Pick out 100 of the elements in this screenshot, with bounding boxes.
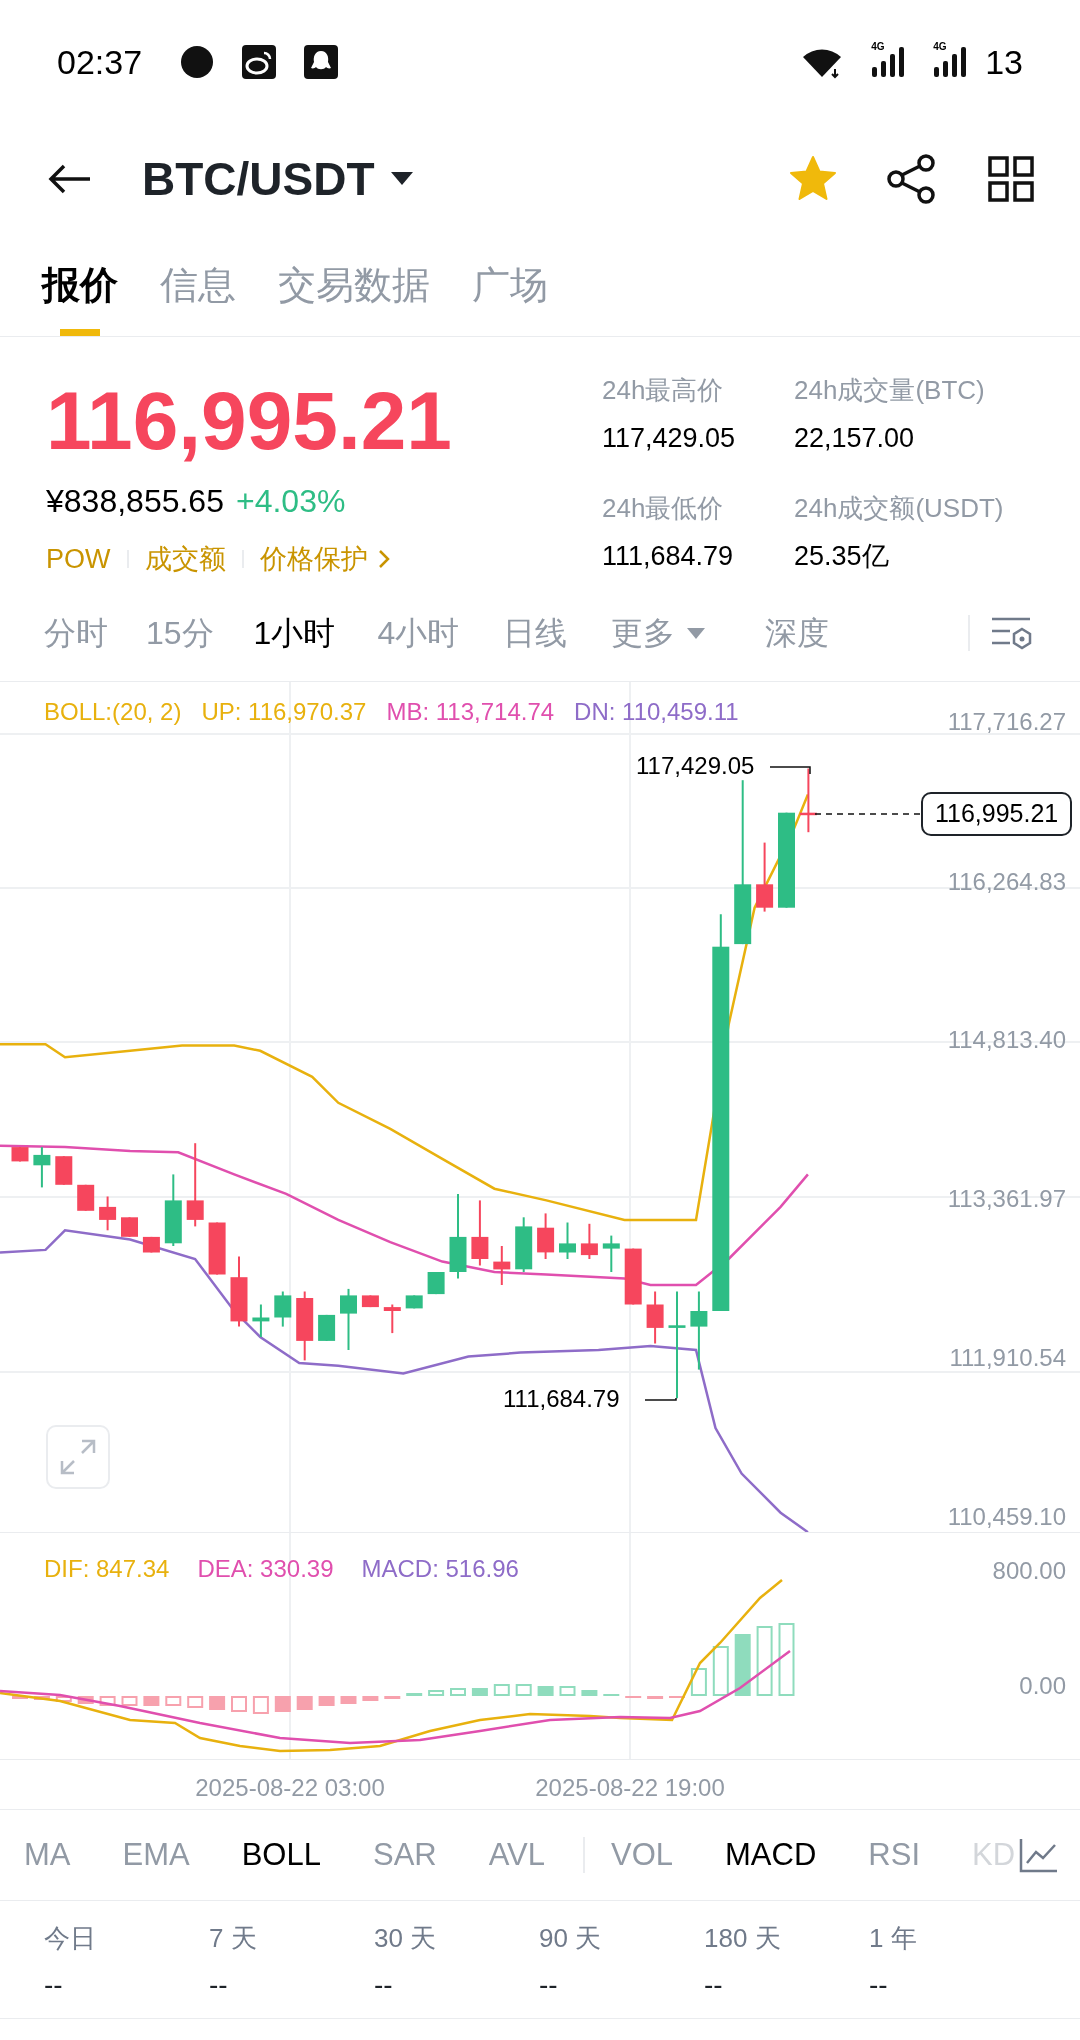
axis-label: 111,910.54	[949, 1344, 1066, 1372]
axis-label: 800.00	[992, 1557, 1066, 1585]
indicator-tab[interactable]: BOLL	[241, 1831, 321, 1879]
histogram-bar	[318, 1696, 335, 1706]
share-icon[interactable]	[886, 153, 938, 205]
back-arrow-icon	[48, 164, 92, 194]
histogram-bar	[384, 1696, 401, 1699]
interval-tab[interactable]: 更多	[611, 609, 706, 657]
network-type: 4G	[871, 41, 885, 53]
indicator-tab[interactable]: AVL	[488, 1831, 545, 1879]
period-label: 180 天	[704, 1922, 782, 1955]
stat-label: 24h成交额(USDT)	[794, 492, 1005, 525]
axis-label: 110,459.10	[947, 1503, 1066, 1531]
tag-link[interactable]: POW	[46, 539, 111, 580]
grid-menu-icon[interactable]	[988, 156, 1034, 202]
tab[interactable]: 广场	[472, 234, 548, 336]
stat-label: 24h成交量(BTC)	[794, 374, 986, 407]
histogram-bar	[231, 1696, 247, 1712]
period-label: 1 年	[869, 1922, 918, 1955]
histogram-bar	[428, 1690, 445, 1696]
histogram-bar	[471, 1688, 488, 1696]
histogram-bar	[99, 1696, 116, 1706]
candlestick	[99, 1195, 117, 1232]
indicator-tab[interactable]: MACD	[725, 1831, 817, 1879]
caret-icon	[390, 172, 413, 186]
candlestick	[602, 1234, 620, 1273]
last-price: 116,995.21	[46, 374, 453, 468]
period-label: 90 天	[539, 1922, 603, 1955]
caret-icon	[687, 627, 706, 639]
weibo-icon	[242, 45, 277, 79]
expand-icon	[60, 1439, 96, 1475]
interval-tab[interactable]: 1小时	[253, 609, 336, 657]
histogram-bar	[537, 1686, 554, 1696]
interval-tab[interactable]: 分时	[44, 609, 108, 657]
interval-tab[interactable]: 4小时	[377, 609, 460, 657]
axis-label: 116,264.83	[947, 868, 1066, 896]
interval-tab[interactable]: 日线	[503, 609, 568, 657]
histogram-bar	[647, 1696, 664, 1699]
indicator-tab[interactable]: SAR	[372, 1831, 437, 1879]
tag-link[interactable]: 成交额	[144, 539, 226, 580]
candlestick	[361, 1294, 379, 1309]
candlestick	[471, 1199, 489, 1267]
candlestick	[756, 841, 774, 913]
return-value: --	[44, 1968, 64, 2002]
price-change: +4.03%	[235, 482, 346, 521]
histogram-bar	[493, 1684, 510, 1696]
legend-text: DEA: 330.39	[197, 1554, 334, 1584]
candlestick	[340, 1287, 357, 1351]
indicator-tab[interactable]: VOL	[611, 1831, 674, 1879]
histogram-bar	[690, 1668, 707, 1696]
tag-link[interactable]: 价格保护	[259, 539, 368, 580]
candlestick	[427, 1271, 445, 1296]
period-label: 30 天	[374, 1922, 438, 1955]
histogram-bar	[12, 1696, 28, 1699]
legend-text: MB: 113,714.74	[386, 697, 555, 727]
pair-selector[interactable]: BTC/USDT	[142, 144, 413, 214]
candlestick	[646, 1290, 664, 1345]
tab[interactable]: 交易数据	[278, 234, 430, 336]
time-label: 2025-08-22 03:00	[195, 1773, 385, 1803]
candlestick	[11, 1146, 29, 1163]
tab[interactable]: 报价	[42, 234, 118, 336]
period-label: 今日	[44, 1922, 97, 1955]
candlestick	[296, 1290, 314, 1362]
stat-value: 25.35亿	[794, 540, 890, 573]
chart-settings-icon[interactable]	[990, 615, 1034, 651]
histogram-bar	[362, 1696, 379, 1701]
candlestick	[559, 1221, 576, 1260]
candlestick	[799, 767, 817, 834]
candlestick	[33, 1146, 51, 1189]
legend-text: DIF: 847.34	[44, 1554, 170, 1584]
stat-label: 24h最低价	[602, 492, 725, 525]
indicator-tab[interactable]: RSI	[868, 1831, 920, 1879]
axis-label: 117,716.27	[947, 708, 1066, 736]
indicator-tab[interactable]: EMA	[122, 1831, 190, 1879]
candlestick	[121, 1216, 138, 1238]
high-price-label: 117,429.05	[636, 751, 755, 781]
network-type: 4G	[933, 41, 947, 53]
candlestick	[493, 1245, 511, 1286]
histogram-bar	[734, 1634, 751, 1696]
stat-value: 22,157.00	[794, 422, 916, 455]
histogram-bar	[296, 1696, 313, 1710]
candlestick	[77, 1183, 95, 1212]
histogram-bar	[252, 1696, 269, 1714]
histogram-bar	[406, 1693, 423, 1696]
low-price-label: 111,684.79	[503, 1384, 620, 1414]
period-label: 7 天	[209, 1922, 258, 1955]
last-price-tag: 116,995.21	[921, 792, 1073, 836]
candlestick	[515, 1216, 533, 1273]
legend-text: DN: 110,459.11	[574, 697, 739, 727]
legend-text: MACD: 516.96	[361, 1554, 519, 1584]
stat-value: 117,429.05	[602, 422, 737, 455]
candlestick	[405, 1294, 423, 1310]
stat-label: 24h最高价	[602, 374, 725, 407]
legend-text: BOLL:(20, 2)	[44, 697, 182, 727]
candlestick	[580, 1222, 598, 1260]
indicator-tab[interactable]: MA	[24, 1831, 71, 1879]
histogram-bar	[274, 1696, 291, 1712]
tab[interactable]: 信息	[160, 234, 236, 336]
interval-tab[interactable]: 15分	[146, 609, 214, 657]
interval-tab[interactable]: 深度	[765, 609, 830, 657]
